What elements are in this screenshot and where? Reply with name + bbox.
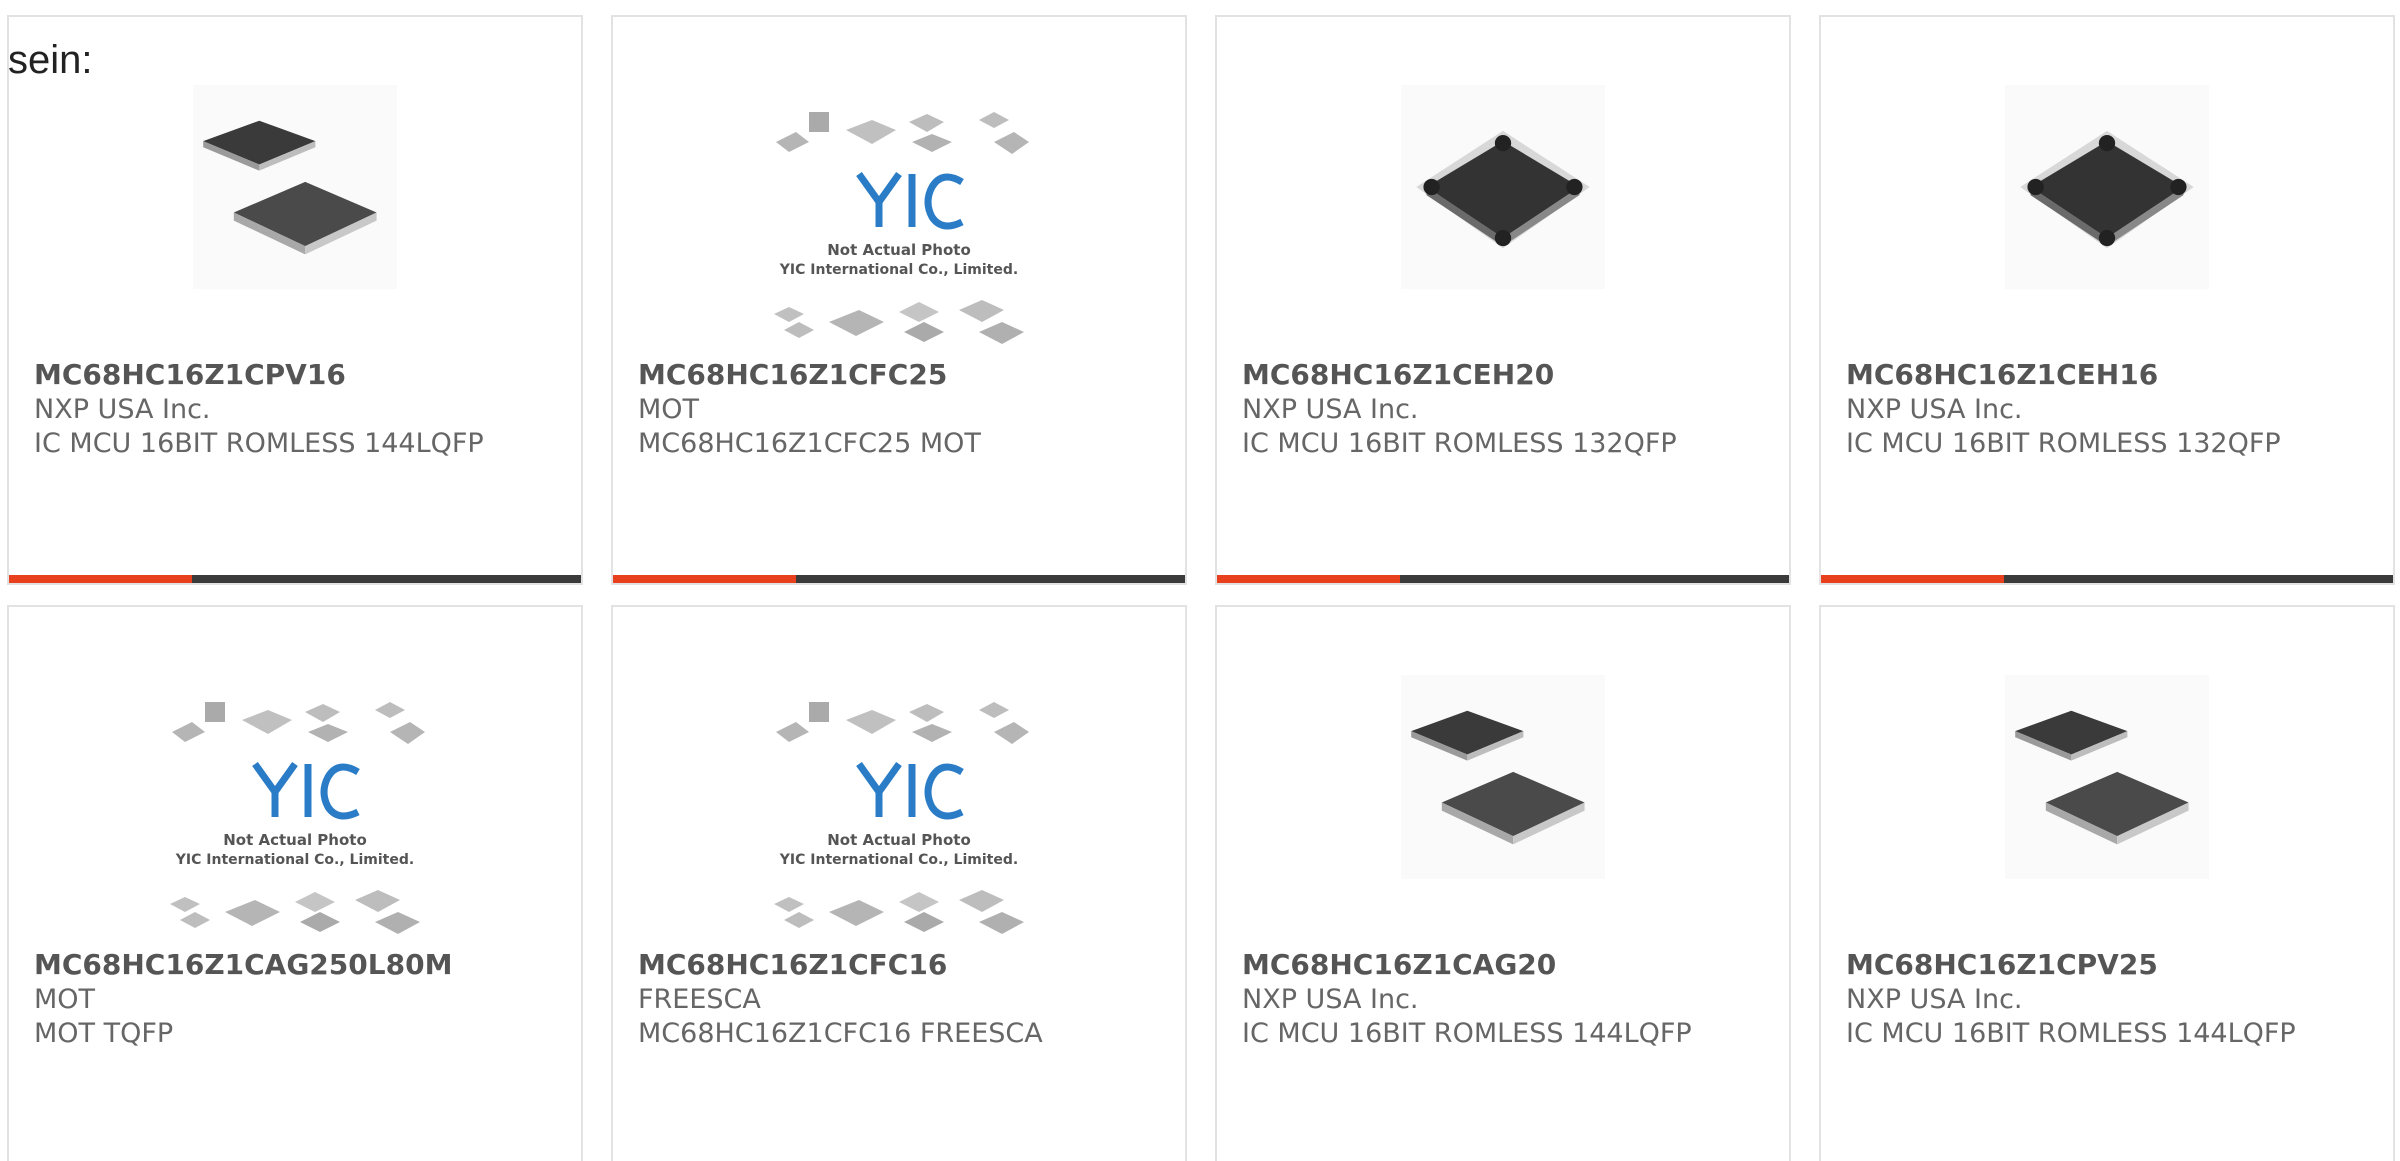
manufacturer: FREESCA	[638, 984, 761, 1015]
lqfp-chip-icon[interactable]	[1401, 675, 1605, 879]
svg-text:YIC International Co., Limited: YIC International Co., Limited.	[779, 852, 1018, 868]
card-accent-bar	[9, 575, 581, 583]
manufacturer: NXP USA Inc.	[1242, 394, 1419, 425]
part-number[interactable]: MC68HC16Z1CEH16	[1846, 357, 2373, 393]
part-number[interactable]: MC68HC16Z1CPV25	[1846, 947, 2373, 983]
part-number[interactable]: MC68HC16Z1CEH20	[1242, 357, 1769, 393]
svg-text:YIC International Co., Limited: YIC International Co., Limited.	[779, 262, 1018, 278]
product-card[interactable]: Not Actual Photo YIC International Co., …	[7, 605, 583, 1161]
manufacturer: NXP USA Inc.	[1846, 394, 2023, 425]
svg-text:Not Actual Photo: Not Actual Photo	[223, 831, 367, 849]
svg-text:Not Actual Photo: Not Actual Photo	[827, 831, 971, 849]
product-card[interactable]: MC68HC16Z1CPV16 NXP USA Inc. IC MCU 16BI…	[7, 15, 583, 585]
product-card[interactable]: Not Actual Photo YIC International Co., …	[611, 15, 1187, 585]
yic-placeholder-icon[interactable]: Not Actual Photo YIC International Co., …	[764, 692, 1034, 942]
description: MC68HC16Z1CFC16 FREESCA	[638, 1018, 1043, 1049]
qfp-chip-icon[interactable]	[1401, 85, 1605, 289]
lqfp-chip-icon[interactable]	[193, 85, 397, 289]
product-grid-page: sein: MC68HC16Z1CPV16 NXP USA Inc. IC MC…	[0, 0, 2400, 1161]
manufacturer: NXP USA Inc.	[1846, 984, 2023, 1015]
manufacturer: NXP USA Inc.	[1242, 984, 1419, 1015]
svg-text:Not Actual Photo: Not Actual Photo	[827, 241, 971, 259]
yic-placeholder-icon[interactable]: Not Actual Photo YIC International Co., …	[160, 692, 430, 942]
card-accent-bar	[1821, 575, 2393, 583]
product-card[interactable]: MC68HC16Z1CAG20 NXP USA Inc. IC MCU 16BI…	[1215, 605, 1791, 1161]
card-accent-bar	[613, 575, 1185, 583]
intro-text: sein:	[8, 38, 93, 82]
yic-placeholder-icon[interactable]: Not Actual Photo YIC International Co., …	[764, 102, 1034, 352]
product-card[interactable]: MC68HC16Z1CEH20 NXP USA Inc. IC MCU 16BI…	[1215, 15, 1791, 585]
description: IC MCU 16BIT ROMLESS 132QFP	[1242, 428, 1677, 459]
part-number[interactable]: MC68HC16Z1CAG20	[1242, 947, 1769, 983]
lqfp-chip-icon[interactable]	[2005, 675, 2209, 879]
description: IC MCU 16BIT ROMLESS 144LQFP	[34, 428, 484, 459]
description: IC MCU 16BIT ROMLESS 132QFP	[1846, 428, 2281, 459]
description: MC68HC16Z1CFC25 MOT	[638, 428, 981, 459]
part-number[interactable]: MC68HC16Z1CPV16	[34, 357, 561, 393]
description: IC MCU 16BIT ROMLESS 144LQFP	[1846, 1018, 2296, 1049]
part-number[interactable]: MC68HC16Z1CFC25	[638, 357, 1165, 393]
manufacturer: MOT	[638, 394, 700, 425]
product-card[interactable]: Not Actual Photo YIC International Co., …	[611, 605, 1187, 1161]
part-number[interactable]: MC68HC16Z1CFC16	[638, 947, 1165, 983]
part-number[interactable]: MC68HC16Z1CAG250L80M	[34, 947, 561, 983]
manufacturer: NXP USA Inc.	[34, 394, 211, 425]
description: IC MCU 16BIT ROMLESS 144LQFP	[1242, 1018, 1692, 1049]
qfp-chip-icon[interactable]	[2005, 85, 2209, 289]
card-accent-bar	[1217, 575, 1789, 583]
svg-text:YIC International Co., Limited: YIC International Co., Limited.	[175, 852, 414, 868]
product-card[interactable]: MC68HC16Z1CEH16 NXP USA Inc. IC MCU 16BI…	[1819, 15, 2395, 585]
description: MOT TQFP	[34, 1018, 174, 1049]
product-card[interactable]: MC68HC16Z1CPV25 NXP USA Inc. IC MCU 16BI…	[1819, 605, 2395, 1161]
manufacturer: MOT	[34, 984, 96, 1015]
